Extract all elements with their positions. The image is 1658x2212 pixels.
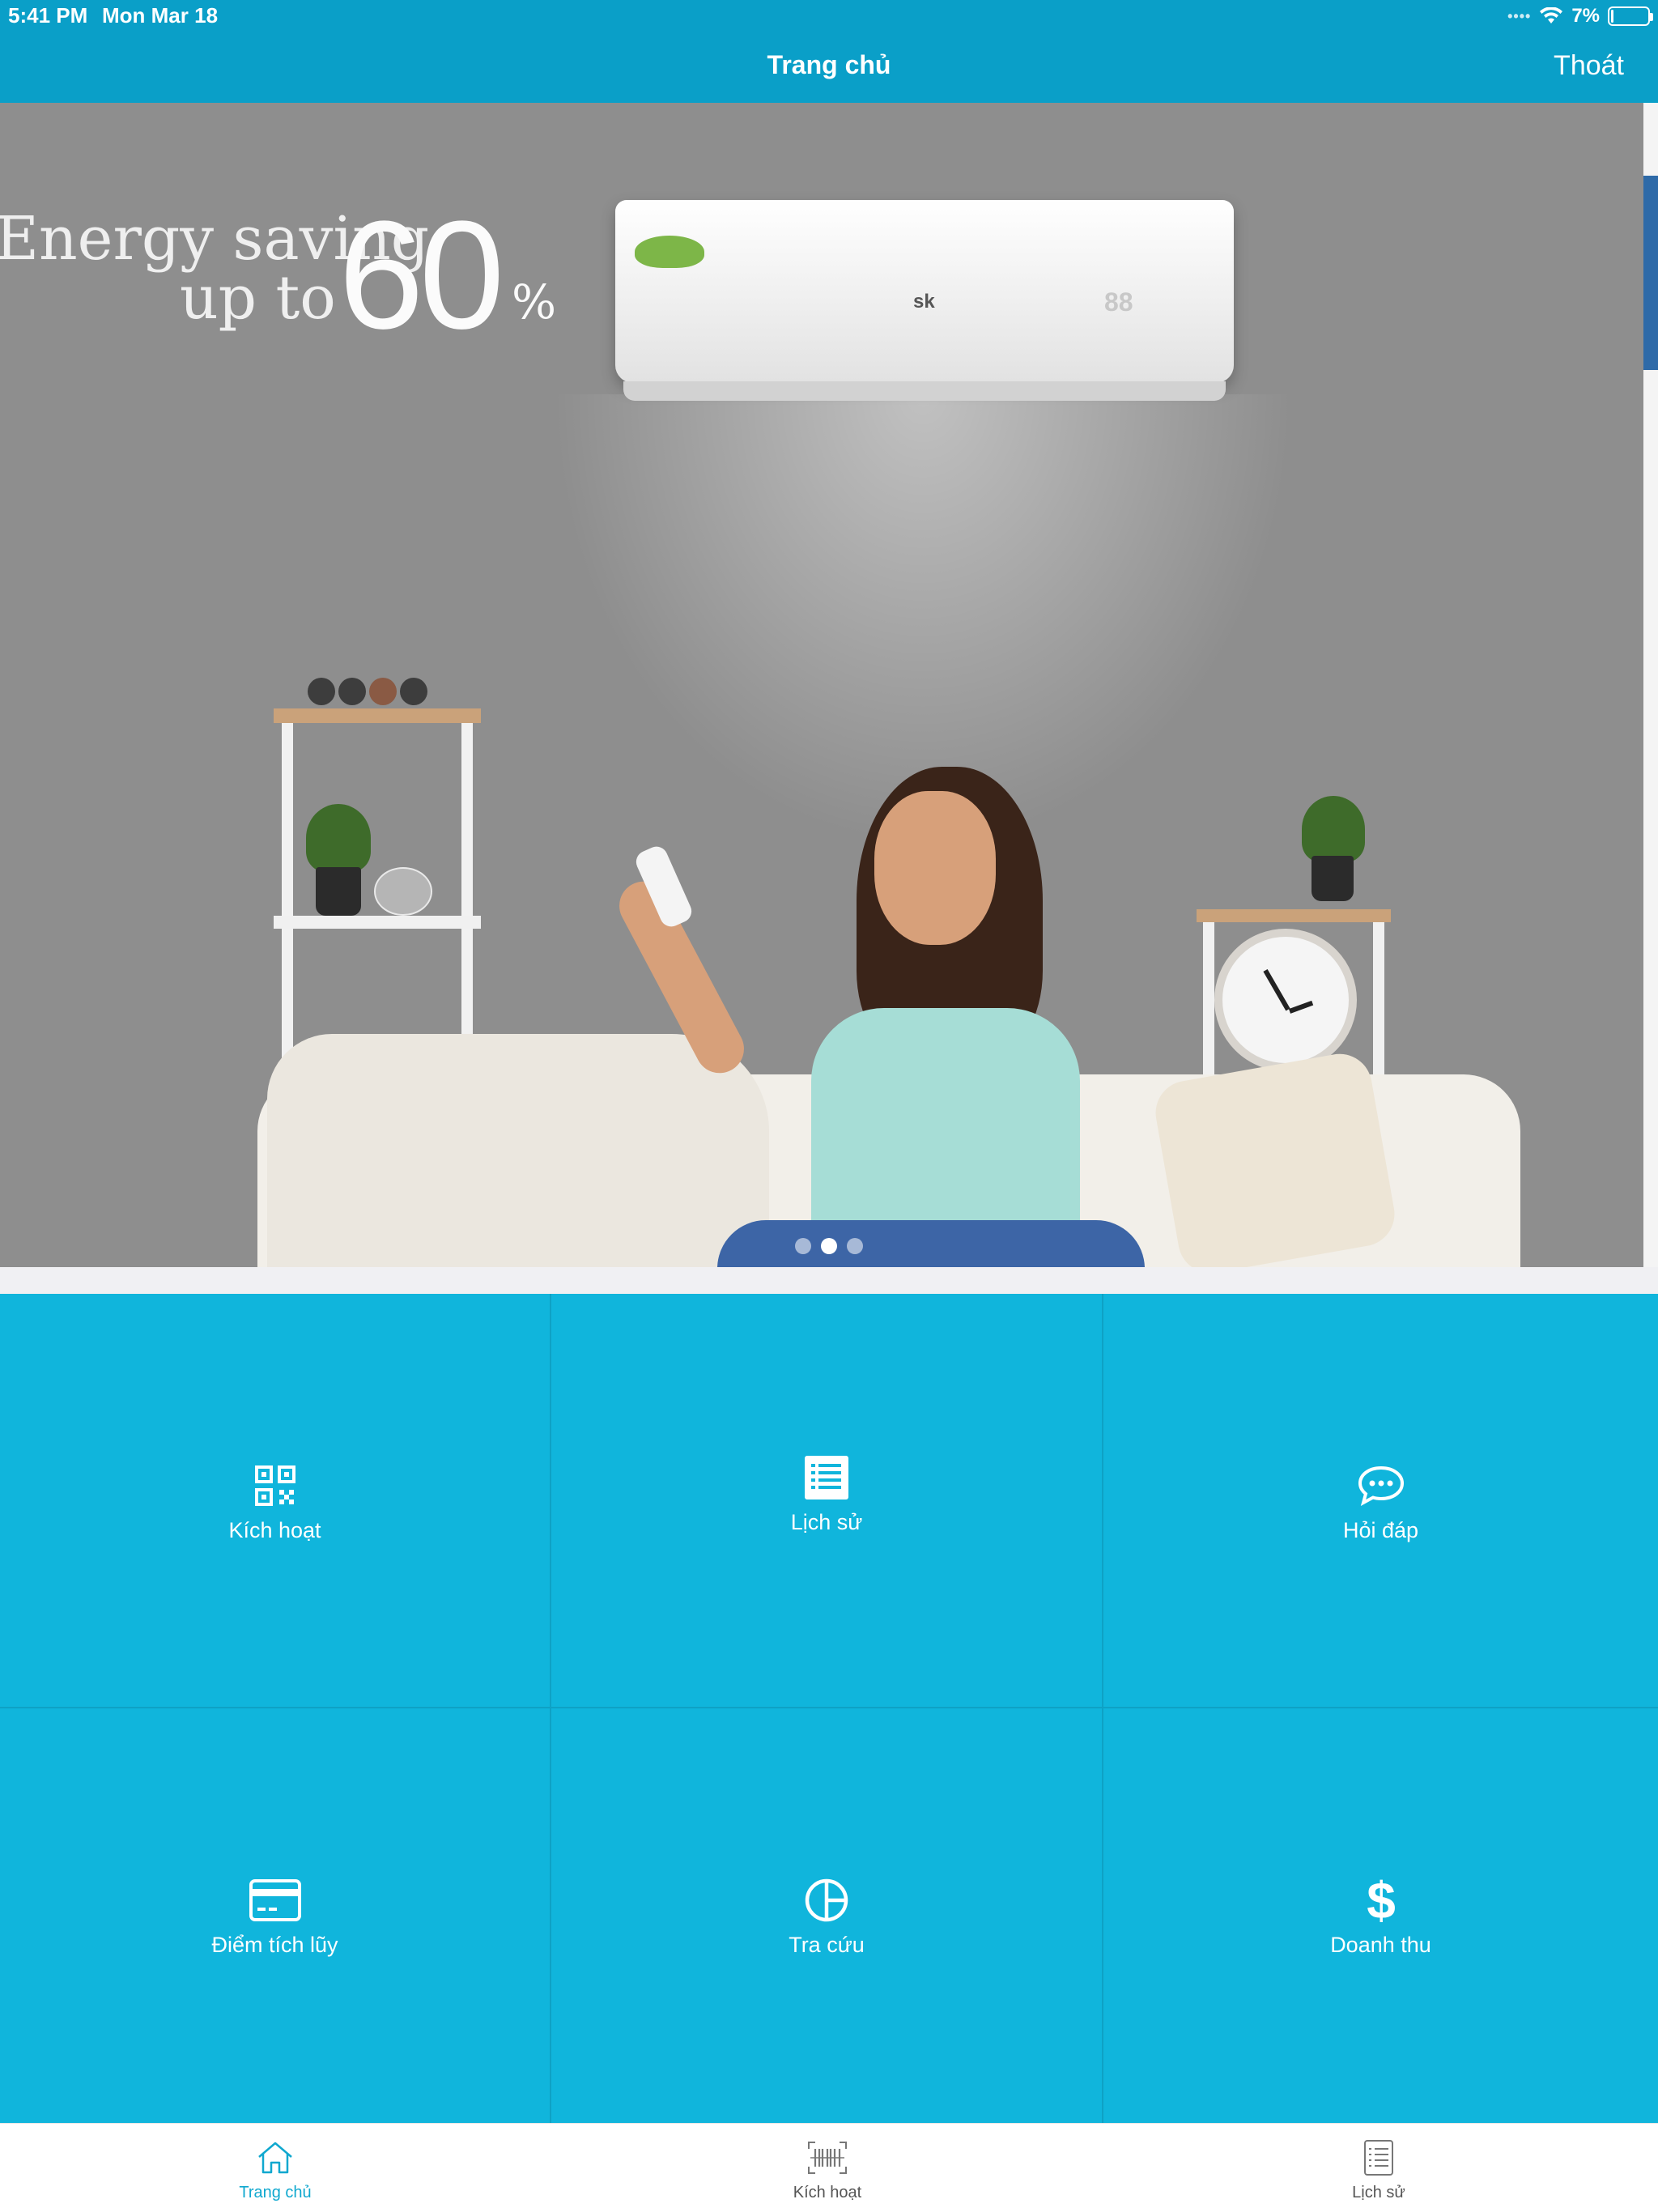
barcode-scan-icon — [806, 2137, 848, 2179]
tab-label: Kích hoạt — [793, 2184, 862, 2201]
chat-bubble-icon — [1355, 1460, 1407, 1512]
plant-image — [1302, 796, 1365, 862]
battery-fill — [1611, 10, 1613, 23]
menu-tile-activate[interactable]: Kích hoạt — [0, 1294, 551, 1708]
air-conditioner-image: sk 88 — [615, 200, 1234, 401]
top-bar: 5:41 PM Mon Mar 18 •••• 7% Trang chủ Tho… — [0, 0, 1658, 103]
menu-tile-label: Doanh thu — [1330, 1933, 1431, 1957]
wifi-icon — [1540, 7, 1563, 23]
pillow-image — [1150, 1049, 1400, 1267]
menu-tile-label: Lịch sử — [790, 1510, 863, 1534]
pie-chart-icon — [801, 1874, 852, 1926]
carousel-page-indicator[interactable] — [0, 1238, 1658, 1254]
ac-flap — [623, 381, 1226, 401]
battery-icon — [1608, 6, 1653, 26]
tab-label: Lịch sử — [1352, 2184, 1405, 2201]
menu-tile-label: Điểm tích lũy — [211, 1933, 338, 1957]
tab-bar: Trang chủ Kích hoạt Lịch sử — [0, 2123, 1658, 2212]
decor-balls — [308, 678, 453, 707]
tab-home[interactable]: Trang chủ — [154, 2137, 397, 2202]
woman-face-image — [874, 791, 996, 945]
logout-button[interactable]: Thoát — [1554, 50, 1624, 82]
menu-tile-revenue[interactable]: $ Doanh thu — [1103, 1708, 1658, 2123]
eco-leaf-icon — [635, 236, 704, 268]
status-indicators: •••• 7% — [1507, 2, 1653, 31]
ac-brand-logo: sk — [913, 291, 935, 313]
tab-activate[interactable]: Kích hoạt — [706, 2137, 949, 2202]
svg-text:$: $ — [1367, 1874, 1396, 1926]
dollar-icon: $ — [1355, 1874, 1407, 1926]
throw-blanket-image — [267, 1034, 769, 1267]
banner-carousel[interactable]: Energy saving up to 60 % sk 88 — [0, 103, 1658, 1267]
signal-dots-icon: •••• — [1507, 7, 1532, 24]
tab-label: Trang chủ — [239, 2184, 312, 2201]
page-title: Trang chủ — [767, 50, 891, 79]
document-list-icon — [1358, 2137, 1400, 2179]
banner-headline-number: 60 — [338, 189, 504, 361]
next-banner-peek — [1643, 103, 1658, 1267]
menu-tile-points[interactable]: Điểm tích lũy — [0, 1708, 551, 2123]
list-icon — [801, 1452, 852, 1504]
ac-display: 88 — [1104, 287, 1133, 317]
status-time: 5:41 PM — [8, 3, 88, 28]
carousel-dot[interactable] — [821, 1238, 837, 1254]
menu-tile-lookup[interactable]: Tra cứu — [551, 1708, 1103, 2123]
qr-code-icon — [249, 1460, 301, 1512]
home-icon — [254, 2137, 296, 2179]
banner-headline-line2: up to — [180, 263, 336, 333]
menu-grid: Kích hoạt Lịch sử Hỏi đáp Điểm tích lũy … — [0, 1294, 1658, 2123]
banner-headline-percent: % — [512, 274, 557, 330]
status-date: Mon Mar 18 — [102, 3, 219, 28]
plant-image — [306, 804, 371, 872]
battery-percent: 7% — [1571, 5, 1600, 27]
glass-bowl-image — [374, 867, 432, 916]
clock-image — [1214, 929, 1357, 1071]
carousel-dot[interactable] — [847, 1238, 863, 1254]
menu-tile-label: Kích hoạt — [228, 1518, 321, 1542]
menu-tile-history[interactable]: Lịch sử — [551, 1294, 1103, 1708]
credit-card-icon — [249, 1874, 301, 1926]
menu-tile-label: Tra cứu — [789, 1933, 865, 1957]
menu-tile-faq[interactable]: Hỏi đáp — [1103, 1294, 1658, 1708]
tab-history[interactable]: Lịch sử — [1257, 2137, 1500, 2202]
menu-tile-label: Hỏi đáp — [1342, 1518, 1419, 1542]
carousel-dot[interactable] — [795, 1238, 811, 1254]
